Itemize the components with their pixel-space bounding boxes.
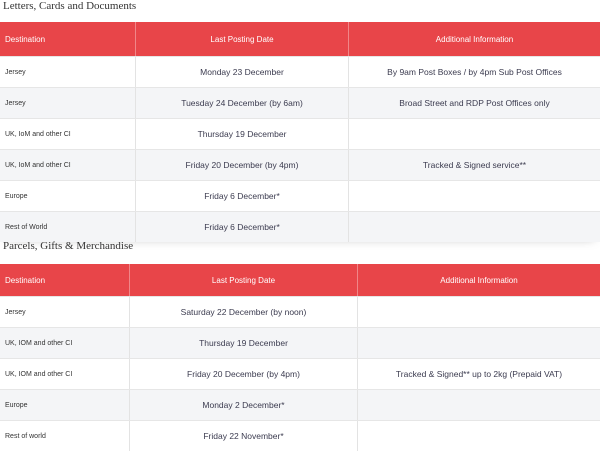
table-row: Europe Monday 2 December* bbox=[0, 389, 600, 420]
cell-destination: UK, IOM and other CI bbox=[5, 370, 73, 378]
table-row: UK, IOM and other CI Thursday 19 Decembe… bbox=[0, 327, 600, 358]
cell-info bbox=[357, 328, 600, 358]
cell-destination: Jersey bbox=[5, 68, 26, 76]
table-row: Jersey Tuesday 24 December (by 6am) Broa… bbox=[0, 87, 600, 118]
cell-info bbox=[357, 390, 600, 420]
cell-destination: UK, IoM and other CI bbox=[5, 130, 71, 138]
cell-date: Friday 20 December (by 4pm) bbox=[135, 150, 348, 180]
header-last-posting-date: Last Posting Date bbox=[135, 22, 348, 56]
cell-date: Friday 6 December* bbox=[135, 212, 348, 242]
table-row: UK, IOM and other CI Friday 20 December … bbox=[0, 358, 600, 389]
cell-date: Saturday 22 December (by noon) bbox=[129, 297, 357, 327]
table-header: Destination Last Posting Date Additional… bbox=[0, 264, 600, 296]
cell-date: Tuesday 24 December (by 6am) bbox=[135, 88, 348, 118]
cell-destination: Rest of world bbox=[5, 432, 46, 440]
header-destination: Destination bbox=[5, 275, 46, 285]
cell-destination: Europe bbox=[5, 192, 28, 200]
cell-destination: UK, IOM and other CI bbox=[5, 339, 73, 347]
parcels-table: Destination Last Posting Date Additional… bbox=[0, 264, 600, 451]
section-title-parcels: Parcels, Gifts & Merchandise bbox=[3, 240, 134, 252]
cell-info: By 9am Post Boxes / by 4pm Sub Post Offi… bbox=[348, 57, 600, 87]
cell-destination: UK, IoM and other CI bbox=[5, 161, 71, 169]
cell-date: Thursday 19 December bbox=[135, 119, 348, 149]
cell-info bbox=[348, 119, 600, 149]
header-last-posting-date: Last Posting Date bbox=[129, 264, 357, 296]
table-row: UK, IoM and other CI Friday 20 December … bbox=[0, 149, 600, 180]
table-row: Europe Friday 6 December* bbox=[0, 180, 600, 211]
cell-date: Friday 20 December (by 4pm) bbox=[129, 359, 357, 389]
table-row: Rest of World Friday 6 December* bbox=[0, 211, 600, 242]
cell-date: Monday 23 December bbox=[135, 57, 348, 87]
cell-info bbox=[357, 297, 600, 327]
cell-info: Tracked & Signed service** bbox=[348, 150, 600, 180]
cell-info: Tracked & Signed** up to 2kg (Prepaid VA… bbox=[357, 359, 600, 389]
header-destination: Destination bbox=[5, 34, 46, 44]
cell-info bbox=[357, 421, 600, 451]
table-row: UK, IoM and other CI Thursday 19 Decembe… bbox=[0, 118, 600, 149]
table-row: Rest of world Friday 22 November* bbox=[0, 420, 600, 451]
cell-info bbox=[348, 181, 600, 211]
cell-date: Friday 6 December* bbox=[135, 181, 348, 211]
table-row: Jersey Monday 23 December By 9am Post Bo… bbox=[0, 56, 600, 87]
cell-info: Broad Street and RDP Post Offices only bbox=[348, 88, 600, 118]
cell-destination: Europe bbox=[5, 401, 28, 409]
table-header: Destination Last Posting Date Additional… bbox=[0, 22, 600, 56]
header-additional-information: Additional Information bbox=[357, 264, 600, 296]
cell-date: Friday 22 November* bbox=[129, 421, 357, 451]
table-row: Jersey Saturday 22 December (by noon) bbox=[0, 296, 600, 327]
cell-destination: Jersey bbox=[5, 308, 26, 316]
cell-date: Monday 2 December* bbox=[129, 390, 357, 420]
header-additional-information: Additional Information bbox=[348, 22, 600, 56]
cell-info bbox=[348, 212, 600, 242]
letters-table: Destination Last Posting Date Additional… bbox=[0, 22, 600, 242]
section-title-letters: Letters, Cards and Documents bbox=[3, 0, 137, 12]
cell-destination: Jersey bbox=[5, 99, 26, 107]
cell-destination: Rest of World bbox=[5, 223, 48, 231]
cell-date: Thursday 19 December bbox=[129, 328, 357, 358]
